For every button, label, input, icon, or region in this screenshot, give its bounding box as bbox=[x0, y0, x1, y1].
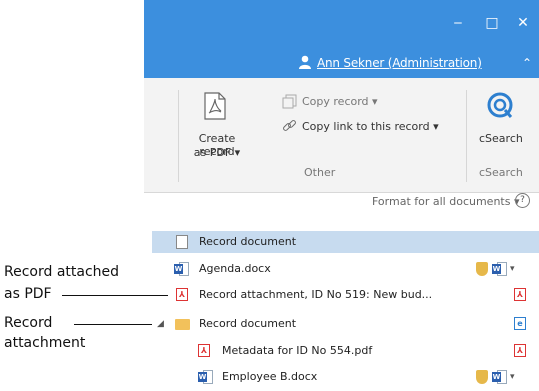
shield-icon bbox=[476, 370, 488, 384]
edge-icon[interactable]: e bbox=[514, 317, 526, 330]
csearch-icon bbox=[487, 92, 513, 118]
copy-record-button[interactable]: Copy record ▾ bbox=[302, 95, 378, 108]
list-item-label: Agenda.docx bbox=[199, 262, 271, 275]
ribbon-group-csearch: cSearch bbox=[479, 166, 523, 179]
csearch-label: cSearch bbox=[479, 132, 523, 145]
annotation-attachment-label: Record bbox=[4, 315, 53, 331]
help-icon[interactable]: ? bbox=[515, 193, 530, 208]
word-icon: W bbox=[174, 262, 189, 276]
pdf-icon[interactable]: ⅄ bbox=[514, 288, 526, 301]
close-button[interactable]: ✕ bbox=[515, 15, 531, 31]
create-record-pdf-button[interactable]: Create record as PDF ▾ bbox=[184, 90, 248, 176]
pdf-icon: ⅄ bbox=[198, 344, 210, 357]
copy-link-button[interactable]: Copy link to this record ▾ bbox=[302, 120, 439, 133]
word-icon[interactable]: W bbox=[492, 262, 507, 276]
annotation-pdf-line bbox=[62, 295, 168, 296]
user-name-link[interactable]: Ann Sekner (Administration) bbox=[317, 56, 482, 70]
minimize-button[interactable]: ‒ bbox=[450, 15, 466, 31]
list-item-agenda[interactable]: W Agenda.docx W ▾ bbox=[152, 258, 539, 280]
word-icon: W bbox=[198, 370, 213, 384]
pdf-icon[interactable]: ⅄ bbox=[514, 344, 526, 357]
shield-icon bbox=[476, 262, 488, 276]
list-item-record-document-folder[interactable]: ◢ Record document e bbox=[152, 313, 539, 335]
annotation-pdf-label: Record attached bbox=[4, 264, 120, 280]
maximize-button[interactable]: □ bbox=[484, 15, 500, 31]
ribbon-separator bbox=[178, 90, 179, 182]
chevron-down-icon[interactable]: ▾ bbox=[510, 372, 515, 382]
list-item-record-attachment[interactable]: ⅄ Record attachment, ID No 519: New bud.… bbox=[152, 284, 539, 306]
list-item-label: Record attachment, ID No 519: New bud... bbox=[199, 288, 433, 301]
word-icon[interactable]: W bbox=[492, 370, 507, 384]
annotation-pdf-label-2: as PDF bbox=[4, 286, 52, 302]
pdf-icon: ⅄ bbox=[176, 288, 188, 301]
link-icon bbox=[283, 120, 296, 131]
annotation-attachment-label-2: attachment bbox=[4, 335, 86, 351]
expand-toggle-icon[interactable]: ◢ bbox=[157, 319, 164, 329]
window-titlebar bbox=[144, 0, 539, 46]
create-record-pdf-label-2: as PDF ▾ bbox=[193, 146, 241, 159]
list-item-metadata-pdf[interactable]: ⅄ Metadata for ID No 554.pdf ⅄ bbox=[152, 340, 539, 362]
collapse-ribbon-button[interactable]: ⌃ bbox=[522, 56, 532, 70]
ribbon-group-other: Other bbox=[304, 166, 336, 179]
list-item-label: Employee B.docx bbox=[222, 370, 318, 383]
pdf-document-icon bbox=[204, 92, 226, 120]
chevron-down-icon[interactable]: ▾ bbox=[510, 264, 515, 274]
document-icon bbox=[176, 235, 188, 249]
list-item-record-document[interactable]: Record document bbox=[152, 231, 539, 253]
ribbon-separator-2 bbox=[466, 90, 467, 182]
list-item-label: Record document bbox=[199, 235, 297, 248]
folder-icon bbox=[175, 319, 190, 330]
list-item-label: Record document bbox=[199, 317, 297, 330]
annotation-attachment-line bbox=[74, 324, 152, 325]
format-all-documents-dropdown[interactable]: Format for all documents ▾ bbox=[372, 195, 519, 208]
list-item-label: Metadata for ID No 554.pdf bbox=[222, 344, 373, 357]
csearch-button[interactable]: cSearch bbox=[474, 90, 530, 160]
copy-icon bbox=[282, 94, 297, 109]
user-icon bbox=[299, 55, 311, 69]
list-item-employee-b[interactable]: W Employee B.docx W ▾ bbox=[152, 366, 539, 388]
